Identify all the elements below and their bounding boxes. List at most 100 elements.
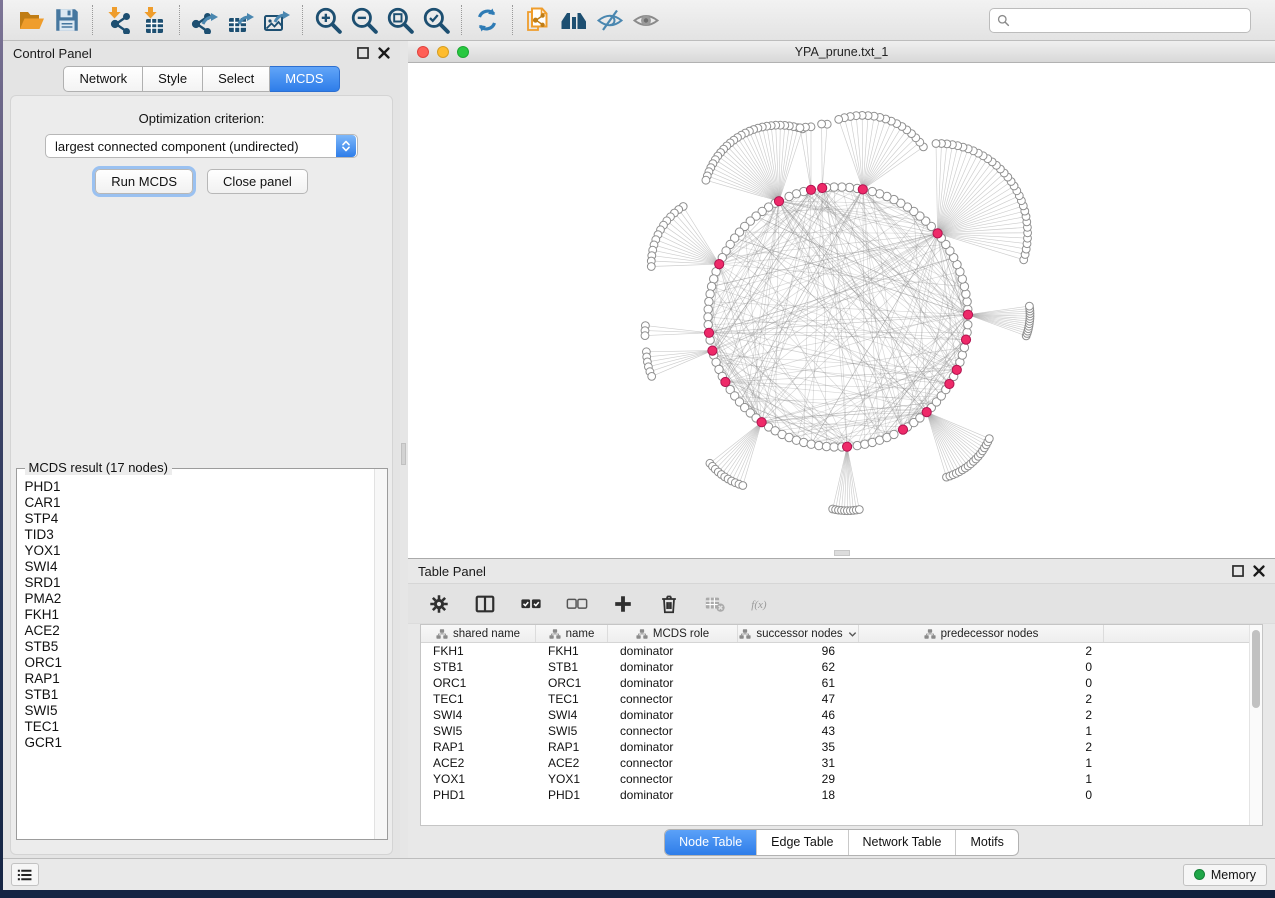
- tab-network-table[interactable]: Network Table: [848, 830, 956, 855]
- tab-style[interactable]: Style: [143, 66, 203, 92]
- export-table-icon[interactable]: [223, 3, 259, 37]
- column-header-shared-name[interactable]: shared name: [421, 625, 536, 642]
- export-image-icon[interactable]: [259, 3, 295, 37]
- mcds-hub-node[interactable]: [757, 418, 766, 427]
- mcds-hub-node[interactable]: [933, 229, 942, 238]
- tab-motifs[interactable]: Motifs: [955, 830, 1017, 855]
- maximize-window-icon[interactable]: [457, 46, 469, 58]
- mcds-node-item[interactable]: SRD1: [25, 575, 374, 591]
- close-panel-button[interactable]: Close panel: [207, 169, 308, 194]
- mcds-node-item[interactable]: STP4: [25, 511, 374, 527]
- mcds-node-item[interactable]: ACE2: [25, 623, 374, 639]
- mcds-node-item[interactable]: GCR1: [25, 735, 374, 751]
- table-scrollbar[interactable]: [1249, 625, 1262, 825]
- mcds-hub-node[interactable]: [715, 260, 724, 269]
- add-column-icon[interactable]: [610, 591, 636, 617]
- binoculars-icon[interactable]: [556, 3, 592, 37]
- tab-mcds[interactable]: MCDS: [270, 66, 339, 92]
- column-header-predecessor-nodes[interactable]: predecessor nodes: [859, 625, 1104, 642]
- mcds-node-item[interactable]: ORC1: [25, 655, 374, 671]
- table-row[interactable]: TEC1TEC1connector472: [421, 691, 1249, 707]
- column-header-successor-nodes[interactable]: successor nodes: [738, 625, 859, 642]
- import-table-icon[interactable]: [136, 3, 172, 37]
- mcds-hub-node[interactable]: [708, 346, 717, 355]
- network-graph[interactable]: [408, 63, 1275, 558]
- split-columns-icon[interactable]: [472, 591, 498, 617]
- mcds-hub-node[interactable]: [922, 408, 931, 417]
- delete-column-icon[interactable]: [656, 591, 682, 617]
- close-table-panel-icon[interactable]: [1253, 565, 1265, 577]
- column-header-MCDS-role[interactable]: MCDS role: [608, 625, 738, 642]
- run-mcds-button[interactable]: Run MCDS: [95, 169, 193, 194]
- table-row[interactable]: YOX1YOX1connector291: [421, 771, 1249, 787]
- table-row[interactable]: ORC1ORC1dominator610: [421, 675, 1249, 691]
- tab-network[interactable]: Network: [63, 66, 143, 92]
- zoom-selected-icon[interactable]: [418, 3, 454, 37]
- mcds-node-item[interactable]: STB5: [25, 639, 374, 655]
- gear-icon[interactable]: [426, 591, 452, 617]
- table-scrollbar-thumb[interactable]: [1252, 630, 1260, 708]
- mcds-hub-node[interactable]: [774, 197, 783, 206]
- eye-slash-icon[interactable]: [592, 3, 628, 37]
- refresh-icon[interactable]: [469, 3, 505, 37]
- splitter-handle[interactable]: [401, 443, 406, 465]
- vertical-splitter[interactable]: [400, 41, 408, 858]
- zoom-in-icon[interactable]: [310, 3, 346, 37]
- mcds-result-list[interactable]: PHD1CAR1STP4TID3YOX1SWI4SRD1PMA2FKH1ACE2…: [17, 469, 374, 839]
- zoom-fit-icon[interactable]: [382, 3, 418, 37]
- export-network-icon[interactable]: [187, 3, 223, 37]
- mcds-hub-node[interactable]: [963, 310, 972, 319]
- mcds-result-scrollbar[interactable]: [374, 469, 387, 839]
- task-history-button[interactable]: [11, 863, 39, 886]
- eye-icon[interactable]: [628, 3, 664, 37]
- mcds-node-item[interactable]: RAP1: [25, 671, 374, 687]
- mcds-node-item[interactable]: SWI4: [25, 559, 374, 575]
- mcds-hub-node[interactable]: [961, 335, 970, 344]
- table-row[interactable]: SWI4SWI4dominator462: [421, 707, 1249, 723]
- mcds-hub-node[interactable]: [858, 185, 867, 194]
- mcds-hub-node[interactable]: [898, 425, 907, 434]
- mcds-node-item[interactable]: CAR1: [25, 495, 374, 511]
- mcds-node-item[interactable]: TID3: [25, 527, 374, 543]
- mcds-hub-node[interactable]: [843, 442, 852, 451]
- float-table-panel-icon[interactable]: [1232, 565, 1244, 577]
- import-network-icon[interactable]: [100, 3, 136, 37]
- canvas-splitter-handle[interactable]: [834, 550, 850, 556]
- table-row[interactable]: FKH1FKH1dominator962: [421, 643, 1249, 659]
- mcds-node-item[interactable]: YOX1: [25, 543, 374, 559]
- mcds-hub-node[interactable]: [952, 365, 961, 374]
- optimization-criterion-dropdown[interactable]: largest connected component (undirected): [45, 134, 358, 158]
- deselect-all-icon[interactable]: [564, 591, 590, 617]
- table-row[interactable]: ACE2ACE2connector311: [421, 755, 1249, 771]
- column-header-name[interactable]: name: [536, 625, 608, 642]
- tab-edge-table[interactable]: Edge Table: [756, 830, 847, 855]
- save-icon[interactable]: [49, 3, 85, 37]
- select-all-icon[interactable]: [518, 591, 544, 617]
- table-row[interactable]: STB1STB1dominator620: [421, 659, 1249, 675]
- tab-select[interactable]: Select: [203, 66, 270, 92]
- close-panel-icon[interactable]: [378, 47, 390, 59]
- mcds-hub-node[interactable]: [721, 377, 730, 386]
- mcds-hub-node[interactable]: [704, 328, 713, 337]
- search-input[interactable]: [1015, 13, 1243, 27]
- network-canvas[interactable]: [408, 63, 1275, 558]
- mcds-node-item[interactable]: PHD1: [25, 479, 374, 495]
- mcds-node-item[interactable]: STB1: [25, 687, 374, 703]
- minimize-window-icon[interactable]: [437, 46, 449, 58]
- mcds-node-item[interactable]: PMA2: [25, 591, 374, 607]
- mcds-node-item[interactable]: FKH1: [25, 607, 374, 623]
- memory-button[interactable]: Memory: [1183, 864, 1267, 886]
- mcds-node-item[interactable]: SWI5: [25, 703, 374, 719]
- table-row[interactable]: SWI5SWI5connector431: [421, 723, 1249, 739]
- close-window-icon[interactable]: [417, 46, 429, 58]
- open-icon[interactable]: [13, 3, 49, 37]
- table-row[interactable]: PHD1PHD1dominator180: [421, 787, 1249, 803]
- mcds-hub-node[interactable]: [818, 183, 827, 192]
- search-box[interactable]: [989, 8, 1251, 33]
- zoom-out-icon[interactable]: [346, 3, 382, 37]
- mcds-hub-node[interactable]: [806, 185, 815, 194]
- leaf-nodes[interactable]: [641, 112, 1034, 515]
- document-share-icon[interactable]: [520, 3, 556, 37]
- table-row[interactable]: RAP1RAP1dominator352: [421, 739, 1249, 755]
- mcds-node-item[interactable]: TEC1: [25, 719, 374, 735]
